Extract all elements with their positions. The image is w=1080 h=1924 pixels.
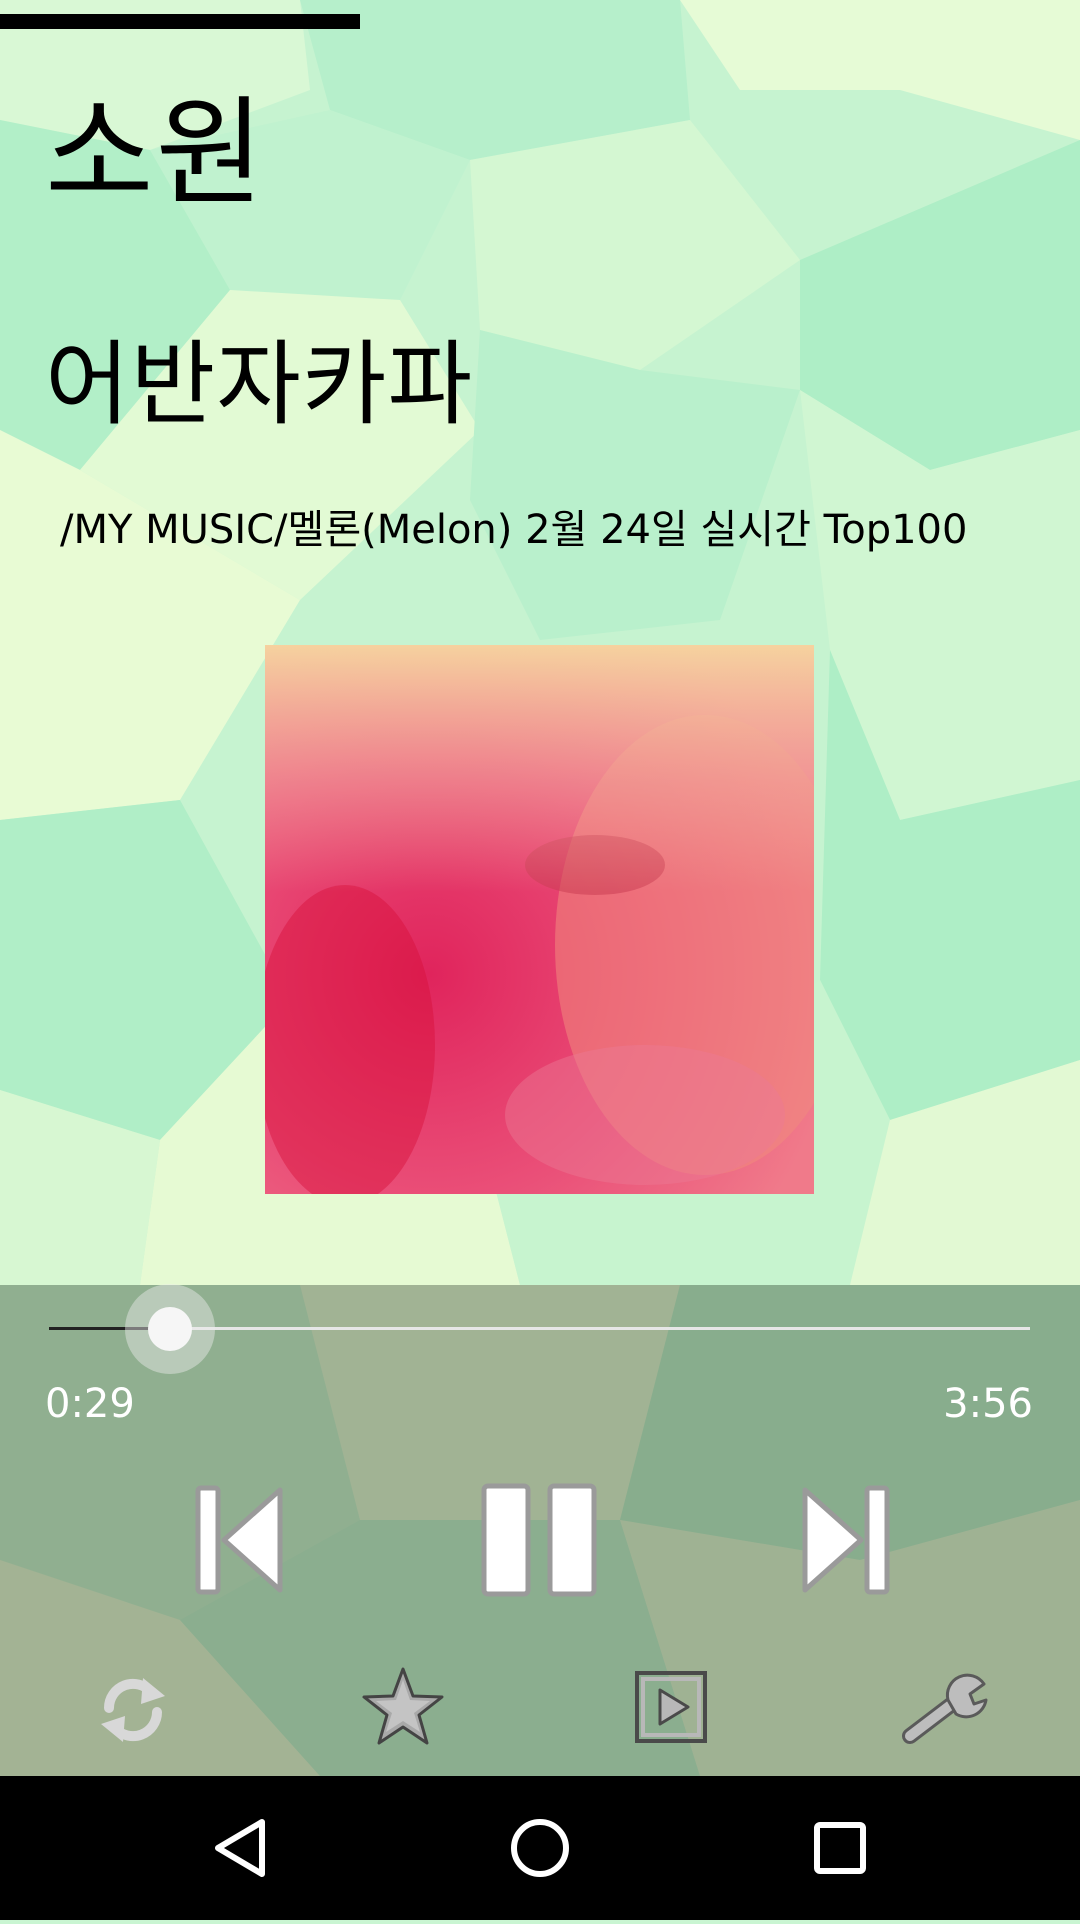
- top-progress-bar: [0, 14, 360, 29]
- next-icon: [802, 1485, 890, 1595]
- recents-button[interactable]: [760, 1776, 920, 1920]
- repeat-button[interactable]: [93, 1670, 173, 1750]
- home-icon: [511, 1819, 569, 1877]
- seek-thumb[interactable]: [147, 1307, 192, 1351]
- artist-name: 어반자카파: [45, 331, 474, 438]
- folder-path: /MY MUSIC/멜론(Melon) 2월 24일 실시간 Top100: [60, 507, 968, 553]
- album-art: [265, 645, 814, 1194]
- star-icon: [362, 1667, 444, 1745]
- previous-icon: [195, 1485, 283, 1595]
- song-title: 소원: [45, 84, 267, 222]
- back-button[interactable]: [160, 1776, 320, 1920]
- pause-button[interactable]: [478, 1480, 603, 1600]
- total-time: 3:56: [943, 1381, 1033, 1427]
- playlist-play-button[interactable]: [634, 1670, 708, 1744]
- elapsed-time: 0:29: [45, 1381, 135, 1427]
- next-button[interactable]: [795, 1480, 895, 1600]
- repeat-icon: [101, 1678, 165, 1742]
- wrench-icon: [902, 1673, 988, 1744]
- previous-button[interactable]: [190, 1480, 290, 1600]
- playlist-play-icon: [635, 1671, 707, 1743]
- recents-icon: [814, 1822, 866, 1874]
- home-button[interactable]: [460, 1776, 620, 1920]
- settings-button[interactable]: [900, 1670, 992, 1750]
- back-icon: [215, 1819, 265, 1877]
- navigation-bar: [0, 1776, 1080, 1920]
- pause-icon: [481, 1483, 597, 1597]
- favorite-button[interactable]: [360, 1664, 446, 1750]
